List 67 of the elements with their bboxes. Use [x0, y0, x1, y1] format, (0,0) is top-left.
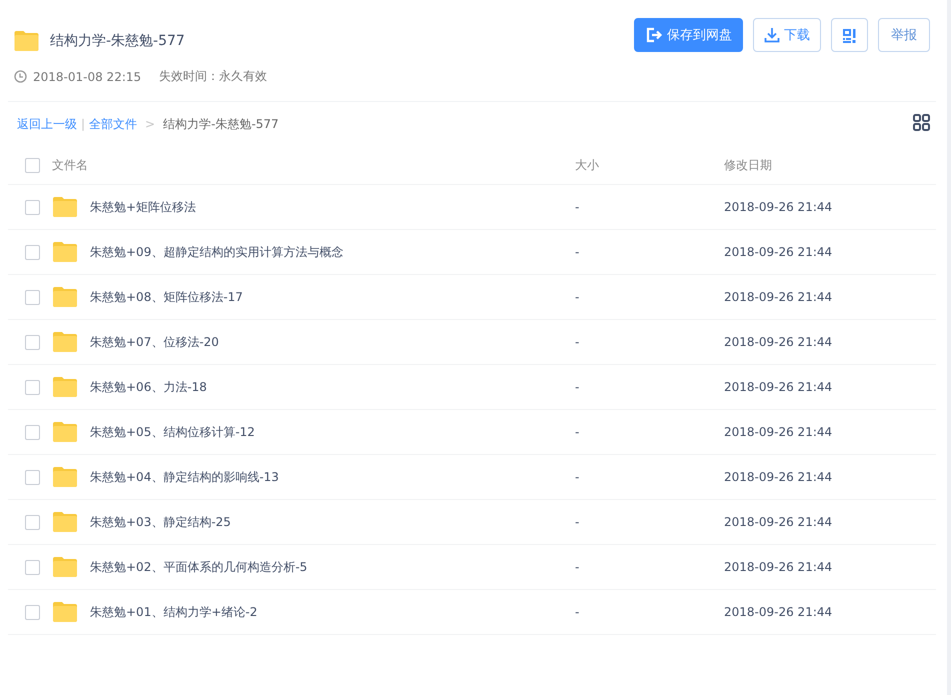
date-cell-text: 2018-09-26 21:44 [724, 515, 834, 529]
qr-code-icon [842, 28, 857, 42]
breadcrumb-separator: | [81, 117, 86, 131]
folder-name[interactable]: 朱慈勉+05、结构位移计算-12 [90, 424, 575, 440]
current-folder: 结构力学-朱慈勉-577 [163, 116, 279, 132]
row-checkbox[interactable] [25, 470, 40, 484]
folder-name[interactable]: 朱慈勉+09、超静定结构的实用计算方法与概念 [90, 244, 575, 260]
folder-icon [52, 601, 78, 623]
row-checkbox[interactable] [25, 200, 40, 214]
row-checkbox[interactable] [25, 244, 40, 260]
row-checkbox[interactable] [25, 514, 40, 530]
size-cell-text: - [575, 380, 580, 394]
folder-icon [52, 196, 78, 218]
folder-name[interactable]: 朱慈勉+03、静定结构-25 [90, 514, 575, 530]
folder-icon [52, 241, 78, 263]
folder-name[interactable]: 朱慈勉+04、静定结构的影响线-13 [90, 468, 575, 486]
date-cell-text: 2018-09-26 21:44 [724, 425, 834, 439]
size-cell-text: - [575, 245, 580, 259]
folder-name[interactable]: 朱慈勉+01、结构力学+绪论-2 [90, 604, 575, 620]
row-checkbox[interactable] [25, 290, 40, 304]
column-header[interactable]: 修改日期 [724, 156, 936, 174]
share-title: 结构力学-朱慈勉-577 [50, 32, 185, 50]
date-cell-text: 2018-09-26 21:44 [724, 290, 834, 304]
row-checkbox[interactable] [25, 424, 40, 440]
date-cell-text: 2018-09-26 21:44 [724, 380, 834, 394]
size-cell-text: - [575, 290, 580, 304]
date-cell-text: 2018-09-26 21:44 [724, 335, 834, 349]
date-cell-text: 2018-09-26 21:44 [724, 560, 834, 574]
qr-code-button[interactable] [831, 18, 868, 52]
folder-icon [52, 286, 78, 308]
size-cell-text: - [575, 425, 580, 439]
date-cell-text: 2018-09-26 21:44 [724, 470, 834, 484]
size-cell-text: - [575, 470, 580, 484]
row-checkbox[interactable] [25, 604, 40, 620]
folder-icon [52, 331, 78, 353]
size-cell-text: - [575, 560, 580, 574]
row-checkbox[interactable] [25, 334, 40, 350]
share-date: 2018-01-08 22:15 [33, 70, 142, 84]
folder-icon [52, 556, 78, 578]
row-checkbox[interactable] [25, 380, 40, 394]
column-header[interactable]: 文件名 [52, 156, 575, 174]
folder-name[interactable]: 朱慈勉+矩阵位移法 [90, 198, 575, 216]
row-checkbox[interactable] [25, 560, 40, 574]
date-cell-text: 2018-09-26 21:44 [724, 605, 834, 619]
grid-view-icon[interactable] [913, 114, 930, 131]
date-cell-text: 2018-09-26 21:44 [724, 245, 834, 259]
expiry-text: 失效时间：永久有效 [159, 68, 268, 85]
size-cell-text: - [575, 515, 580, 529]
folder-name[interactable]: 朱慈勉+02、平面体系的几何构造分析-5 [90, 558, 575, 576]
folder-icon [52, 421, 78, 443]
column-header[interactable]: 大小 [575, 156, 724, 174]
export-icon [645, 27, 663, 43]
folder-name[interactable]: 朱慈勉+08、矩阵位移法-17 [90, 288, 575, 306]
select-all-checkbox[interactable] [25, 158, 40, 172]
breadcrumb-arrow: > [145, 117, 156, 131]
folder-icon [52, 466, 78, 488]
folder-icon [52, 511, 78, 533]
size-cell-text: - [575, 605, 580, 619]
folder-icon [13, 30, 40, 52]
download-icon [764, 27, 780, 43]
date-cell-text: 2018-09-26 21:44 [724, 200, 834, 214]
folder-icon [52, 376, 78, 398]
size-cell-text: - [575, 200, 580, 214]
clock-icon [14, 70, 27, 83]
folder-name[interactable]: 朱慈勉+07、位移法-20 [90, 334, 575, 350]
size-cell-text: - [575, 335, 580, 349]
folder-name[interactable]: 朱慈勉+06、力法-18 [90, 378, 575, 396]
